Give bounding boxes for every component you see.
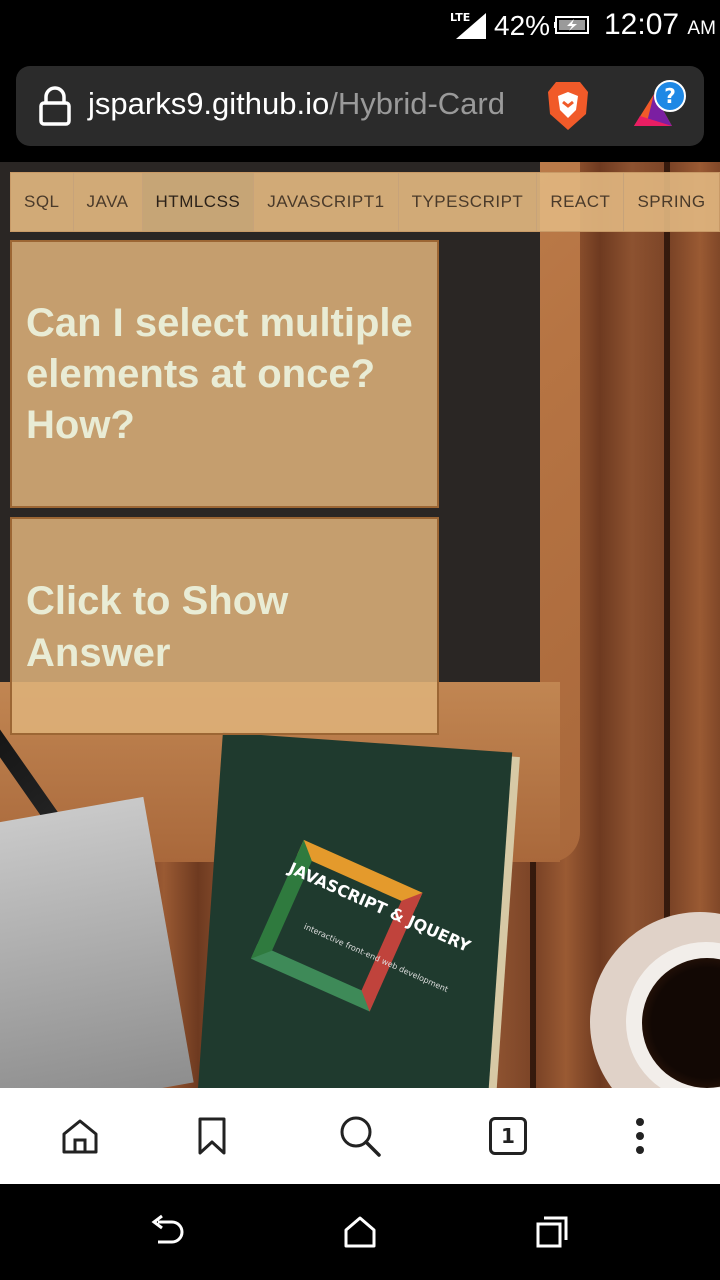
tab-htmlcss[interactable]: HTMLCSS (142, 173, 255, 231)
clock-time: 12:07 (604, 8, 680, 41)
show-answer-text: Click to Show Answer (26, 579, 289, 675)
recents-icon[interactable] (532, 1212, 572, 1252)
home-button[interactable] (56, 1112, 104, 1160)
system-nav-bar (0, 1184, 720, 1280)
home-nav-icon[interactable] (340, 1212, 380, 1252)
clock: 12:07 AM (604, 8, 716, 42)
tab-java[interactable]: JAVA (74, 173, 143, 231)
more-menu-button[interactable] (616, 1112, 664, 1160)
url-domain: jsparks9.github.io (88, 86, 330, 121)
page-viewport: JAVASCRIPT & JQUERY interactive front-en… (0, 162, 720, 1088)
tabs-button[interactable]: 1 (484, 1112, 532, 1160)
show-answer-card[interactable]: Click to Show Answer (10, 517, 439, 735)
brave-shields-icon[interactable] (544, 80, 592, 132)
question-card[interactable]: Can I select multiple elements at once? … (10, 240, 439, 508)
tabs-icon: 1 (489, 1117, 527, 1155)
bookmark-icon (198, 1117, 226, 1155)
tab-react[interactable]: REACT (537, 173, 625, 231)
tab-javascript1[interactable]: JAVASCRIPT1 (254, 173, 399, 231)
url-path: /Hybrid-Card (329, 86, 505, 121)
browser-toolbar: 1 (0, 1088, 720, 1184)
url-field[interactable]: jsparks9.github.io/Hybrid-Card ? (16, 66, 704, 146)
lock-icon[interactable] (38, 86, 72, 126)
more-icon (636, 1118, 644, 1154)
browser-address-bar: jsparks9.github.io/Hybrid-Card ? (0, 52, 720, 162)
battery-percent: 42% (494, 10, 551, 41)
category-tabs: SQL JAVA HTMLCSS JAVASCRIPT1 TYPESCRIPT … (10, 172, 720, 232)
search-icon (340, 1116, 381, 1157)
question-text: Can I select multiple elements at once? … (26, 301, 413, 447)
url-text[interactable]: jsparks9.github.io/Hybrid-Card (88, 86, 505, 122)
bookmark-button[interactable] (188, 1112, 236, 1160)
brave-rewards-icon[interactable]: ? (632, 78, 688, 134)
tab-typescript[interactable]: TYPESCRIPT (399, 173, 538, 231)
signal-icon (456, 13, 486, 39)
background-book: JAVASCRIPT & JQUERY interactive front-en… (197, 732, 513, 1088)
tab-sql[interactable]: SQL (11, 173, 74, 231)
clock-ampm: AM (687, 18, 716, 39)
book-cover-diamond (250, 839, 423, 1012)
battery-charging-icon (554, 16, 589, 34)
svg-text:?: ? (664, 84, 676, 108)
back-icon[interactable] (148, 1212, 188, 1252)
search-button[interactable] (336, 1112, 384, 1160)
tab-spring[interactable]: SPRING (624, 173, 718, 231)
status-bar: LTE 42% 12:07 AM (0, 0, 720, 52)
home-icon (62, 1119, 98, 1154)
